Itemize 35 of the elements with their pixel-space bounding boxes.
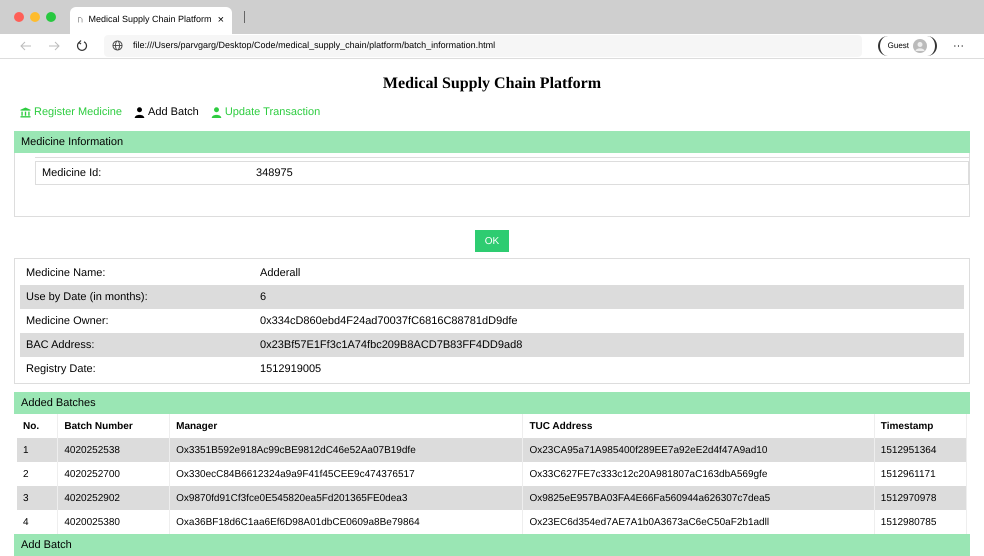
detail-label: Registry Date:: [26, 362, 97, 377]
field-label: Medicine Id:: [42, 166, 102, 181]
user-icon: [134, 106, 146, 118]
maximize-window-icon[interactable]: [46, 12, 56, 22]
more-menu-button[interactable]: ···: [953, 38, 964, 54]
close-window-icon[interactable]: [14, 12, 24, 22]
avatar-icon: [913, 38, 927, 53]
detail-value: 0x23Bf57E1Ff3c1A74fbc209B8ACD7B83FF4DD9ad8: [260, 338, 522, 353]
address-bar[interactable]: file:///Users/parvgarg/Desktop/Code/medical_supply_chain/platform/batch_information.html: [104, 34, 862, 57]
nav-link[interactable]: Add Batch: [134, 104, 199, 121]
globe-icon: [112, 40, 123, 52]
detail-value: 1512919005: [260, 362, 322, 377]
detail-value: Adderall: [260, 266, 300, 281]
page-title: Medical Supply Chain Platform: [382, 74, 602, 94]
browser-tab[interactable]: Medical Supply Chain Platform ×: [70, 6, 232, 34]
bank-icon: [20, 106, 31, 118]
url-text: file:///Users/parvgarg/Desktop/Code/medical_supply_chain/platform/batch_information.html: [133, 39, 496, 52]
user-icon: [210, 106, 222, 118]
field-value: 348975: [256, 166, 293, 181]
profile-button[interactable]: Guest: [878, 36, 937, 56]
section-header: Added Batches: [14, 392, 970, 414]
detail-value: 6: [260, 290, 266, 305]
section-header: Medicine Information: [14, 131, 970, 153]
tab-close-button[interactable]: ×: [218, 12, 224, 28]
reload-icon[interactable]: [76, 40, 88, 52]
back-icon[interactable]: [20, 40, 32, 51]
detail-label: Medicine Owner:: [26, 314, 110, 329]
detail-label: Medicine Name:: [26, 266, 106, 281]
tab-title: Medical Supply Chain Platform: [88, 13, 212, 26]
detail-value: 0x334cD860ebd4F24ad70037fC6816C88781dD9dfe: [260, 314, 518, 329]
detail-label: BAC Address:: [26, 338, 96, 353]
detail-label: Use by Date (in months):: [26, 290, 149, 305]
section-header: Add Batch: [14, 534, 970, 556]
forward-icon[interactable]: [48, 40, 60, 51]
minimize-window-icon[interactable]: [30, 12, 40, 22]
